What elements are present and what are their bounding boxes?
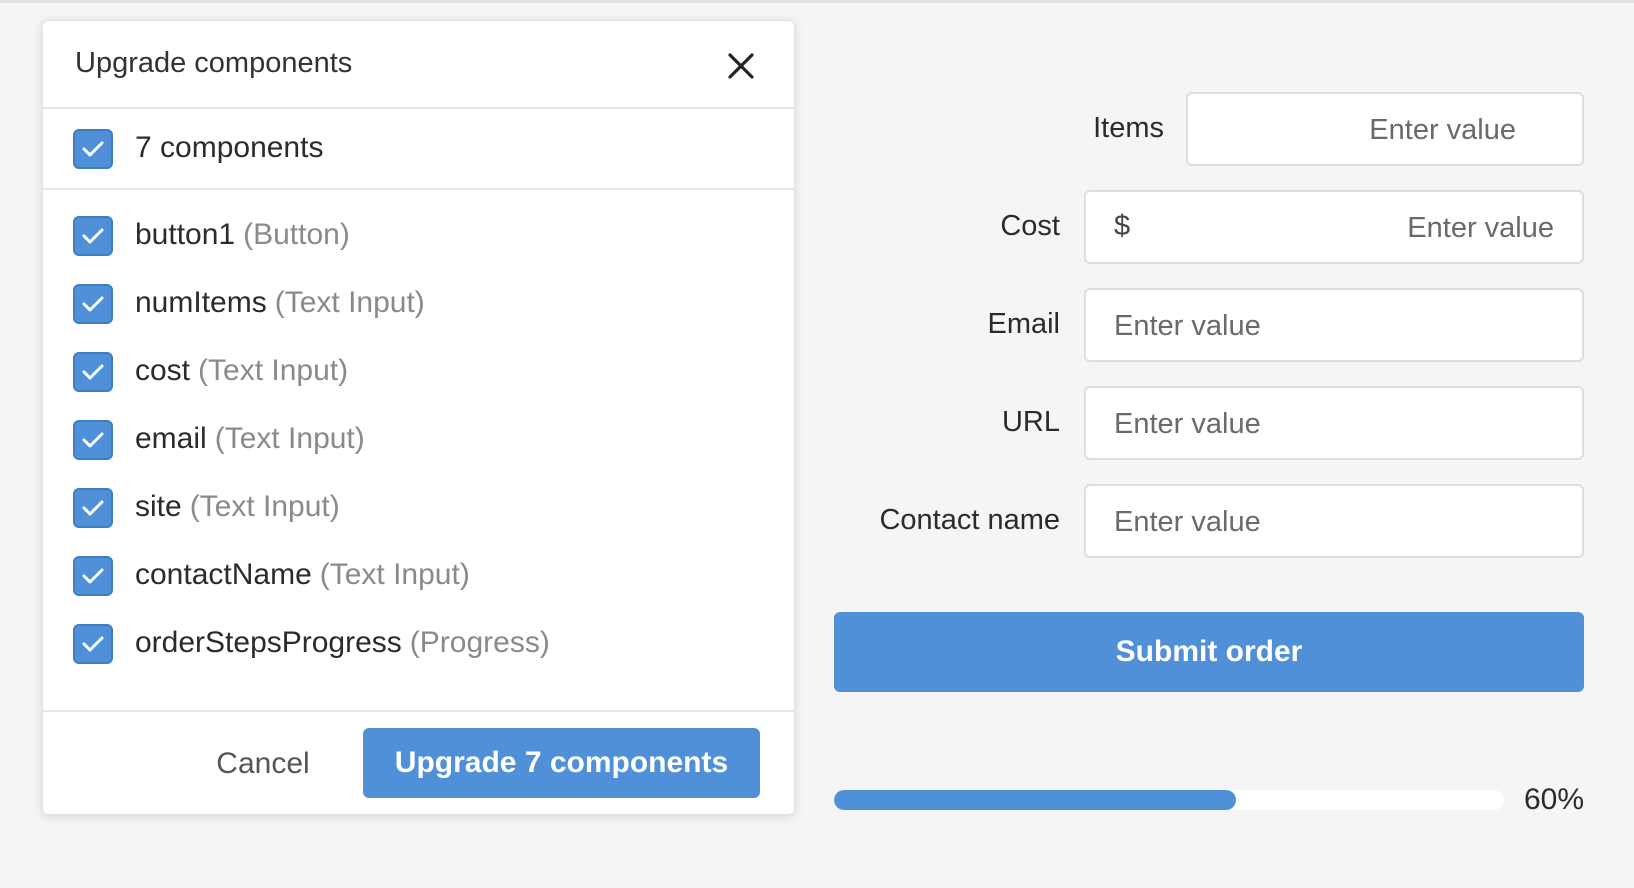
contact-name-input[interactable]: Enter value (1084, 484, 1584, 558)
component-name: site (135, 490, 182, 523)
contact-name-label: Contact name (879, 504, 1060, 536)
component-name: cost (135, 354, 191, 387)
component-label: button1 (Button) (135, 218, 350, 252)
email-input[interactable]: Enter value (1084, 288, 1584, 362)
list-item[interactable]: orderStepsProgress (Progress) (43, 614, 794, 674)
component-checkbox[interactable] (73, 420, 113, 460)
component-checkbox[interactable] (73, 624, 113, 664)
checkmark-icon (82, 432, 104, 448)
list-item[interactable]: email (Text Input) (43, 410, 794, 470)
close-button[interactable] (724, 49, 758, 83)
select-all-label: 7 components (135, 131, 324, 164)
upgrade-button[interactable]: Upgrade 7 components (363, 728, 760, 798)
checkmark-icon (82, 364, 104, 380)
checkmark-icon (82, 141, 104, 157)
component-label: cost (Text Input) (135, 354, 348, 388)
modal-header: Upgrade components (43, 21, 794, 109)
progress-percent: 60% (1524, 783, 1585, 816)
component-name: numItems (135, 286, 267, 319)
component-checkbox[interactable] (73, 352, 113, 392)
cost-input[interactable]: $ Enter value (1084, 190, 1584, 264)
items-label: Items (1093, 112, 1164, 144)
modal-title: Upgrade components (75, 47, 353, 79)
component-checkbox[interactable] (73, 284, 113, 324)
component-name: orderStepsProgress (135, 626, 402, 659)
component-checkbox[interactable] (73, 216, 113, 256)
list-item[interactable]: numItems (Text Input) (43, 274, 794, 334)
items-placeholder: Enter value (1369, 114, 1516, 146)
cost-placeholder: Enter value (1407, 212, 1554, 244)
component-label: numItems (Text Input) (135, 286, 425, 320)
upgrade-components-modal: Upgrade components 7 components button1(… (42, 20, 795, 815)
currency-prefix: $ (1114, 210, 1131, 242)
component-type: (Text Input) (274, 286, 425, 319)
cost-label: Cost (1000, 210, 1060, 242)
component-type: (Text Input) (198, 354, 349, 387)
component-name: button1 (135, 218, 236, 251)
contact-name-placeholder: Enter value (1114, 506, 1261, 538)
list-item[interactable]: site (Text Input) (43, 478, 794, 538)
component-type: (Button) (243, 218, 350, 251)
component-list: button1 (Button) numItems (Text Input) cos… (43, 190, 794, 712)
list-item[interactable]: cost (Text Input) (43, 342, 794, 402)
order-progress-bar (834, 790, 1504, 810)
modal-footer: Cancel Upgrade 7 components (43, 712, 794, 812)
list-item[interactable]: button1 (Button) (43, 206, 794, 266)
component-name: email (135, 422, 207, 455)
select-all-row[interactable]: 7 components (43, 109, 794, 190)
url-label: URL (1001, 406, 1060, 438)
checkmark-icon (82, 228, 104, 244)
progress-fill (834, 790, 1236, 810)
checkmark-icon (82, 568, 104, 584)
url-placeholder: Enter value (1114, 408, 1261, 440)
component-checkbox[interactable] (73, 488, 113, 528)
list-item[interactable]: contactName (Text Input) (43, 546, 794, 606)
component-type: (Text Input) (189, 490, 340, 523)
component-type: (Progress) (409, 626, 550, 659)
component-label: orderStepsProgress (Progress) (135, 626, 550, 660)
submit-order-button[interactable]: Submit order (834, 612, 1584, 692)
top-divider (0, 0, 1634, 3)
checkmark-icon (82, 500, 104, 516)
select-all-checkbox[interactable] (73, 129, 113, 169)
component-checkbox[interactable] (73, 556, 113, 596)
url-input[interactable]: Enter value (1084, 386, 1584, 460)
items-input[interactable]: Enter value (1186, 92, 1584, 166)
component-label: site (Text Input) (135, 490, 340, 524)
email-placeholder: Enter value (1114, 310, 1261, 342)
checkmark-icon (82, 296, 104, 312)
email-label: Email (987, 308, 1060, 340)
component-type: (Text Input) (319, 558, 470, 591)
component-name: contactName (135, 558, 312, 591)
component-type: (Text Input) (214, 422, 365, 455)
close-icon (728, 53, 754, 79)
checkmark-icon (82, 636, 104, 652)
component-label: email (Text Input) (135, 422, 365, 456)
cancel-button[interactable]: Cancel (208, 742, 318, 786)
component-label: contactName (Text Input) (135, 558, 470, 592)
